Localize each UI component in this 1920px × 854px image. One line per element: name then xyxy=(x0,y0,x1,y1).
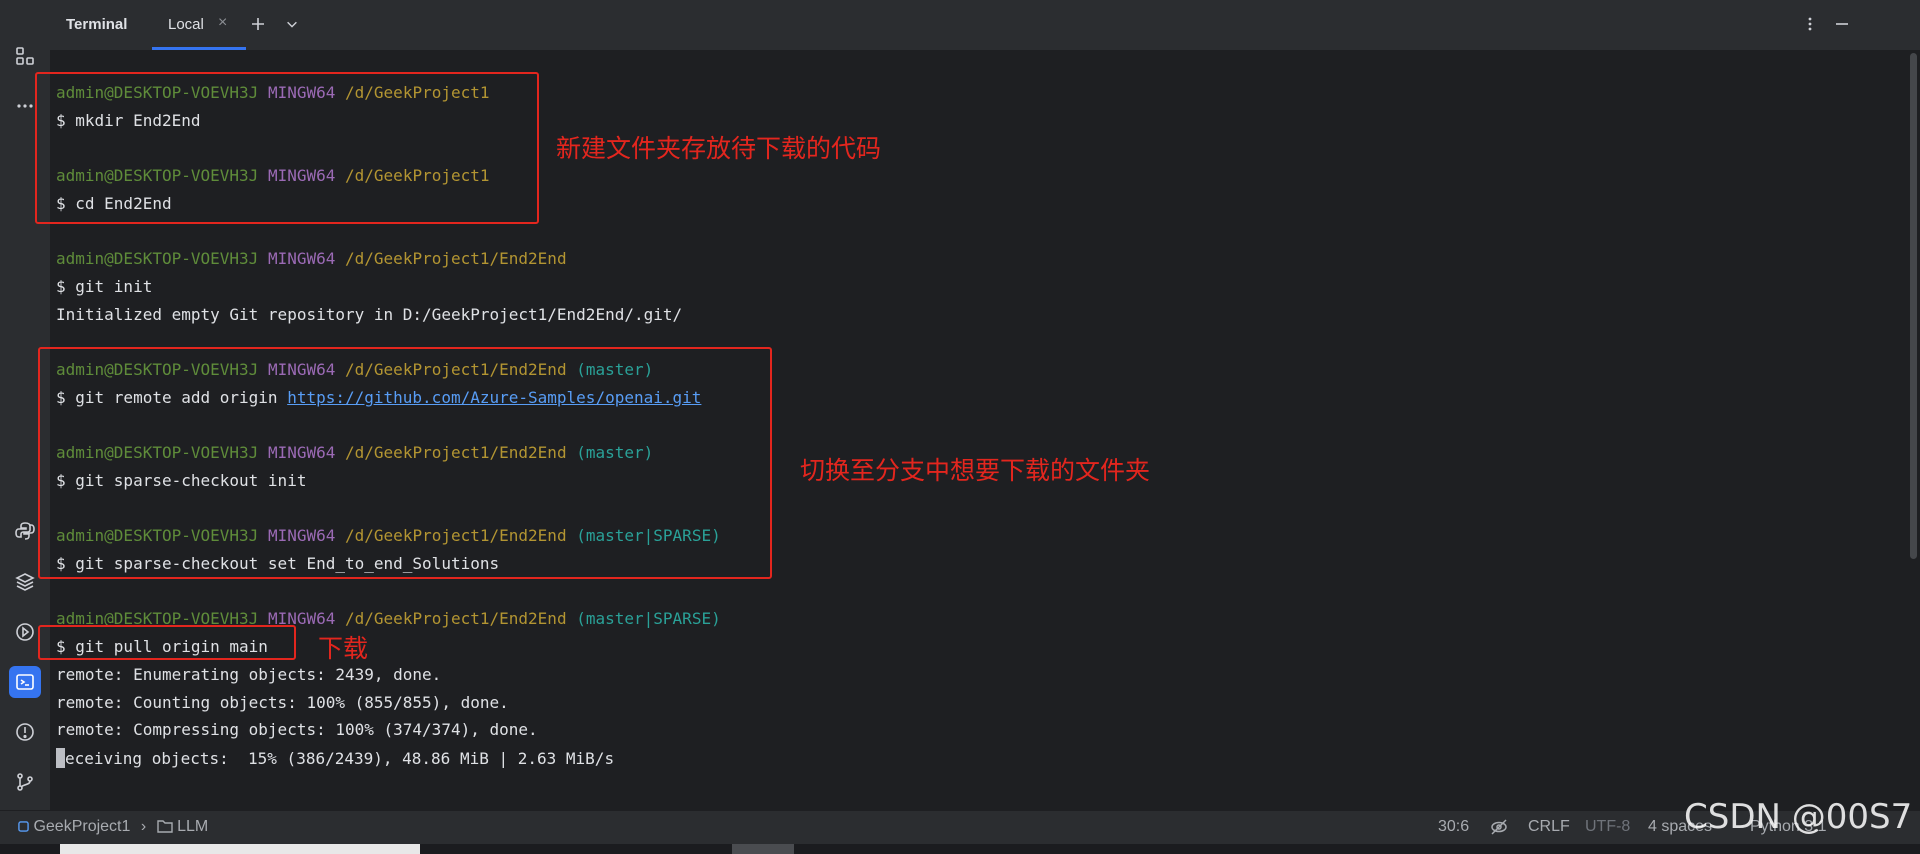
taskbar-item xyxy=(60,844,420,854)
tab-dropdown-button[interactable] xyxy=(280,12,304,36)
output-line: remote: Counting objects: 100% (855/855)… xyxy=(56,693,509,712)
structure-icon[interactable] xyxy=(9,40,41,72)
panel-title: Terminal xyxy=(66,16,128,33)
file-encoding[interactable]: UTF-8 xyxy=(1585,818,1630,836)
active-tab-indicator xyxy=(152,47,246,50)
hide-panel-button[interactable] xyxy=(1830,12,1854,36)
annotation-note-1: 新建文件夹存放待下载的代码 xyxy=(556,134,882,163)
prompt-line: admin@DESKTOP-VOEVH3J MINGW64 /d/GeekPro… xyxy=(56,249,567,268)
command-line: $ git init xyxy=(56,277,153,296)
plus-icon xyxy=(252,18,264,30)
minimize-icon xyxy=(1836,23,1848,25)
status-bar: GeekProject1 › LLM 30:6 CRLF UTF-8 4 spa… xyxy=(0,810,1920,845)
terminal-cursor xyxy=(56,748,65,768)
annotation-note-2: 切换至分支中想要下载的文件夹 xyxy=(800,456,1151,485)
module-icon xyxy=(18,821,29,832)
problems-icon[interactable] xyxy=(9,716,41,748)
breadcrumb-separator: › xyxy=(140,818,147,835)
output-line: remote: Compressing objects: 100% (374/3… xyxy=(56,720,538,739)
git-icon[interactable] xyxy=(9,766,41,798)
options-button[interactable] xyxy=(1798,12,1822,36)
taskbar-strip xyxy=(0,844,1920,854)
terminal-tool-window-header: Terminal Local × xyxy=(50,0,1920,51)
kebab-icon xyxy=(1808,17,1812,31)
annotation-note-3: 下载 xyxy=(318,634,369,663)
new-tab-button[interactable] xyxy=(246,12,270,36)
caret-position[interactable]: 30:6 xyxy=(1438,818,1469,836)
output-line: remote: Enumerating objects: 2439, done. xyxy=(56,665,442,684)
breadcrumb-project[interactable]: GeekProject1 xyxy=(33,818,130,835)
vertical-scrollbar[interactable] xyxy=(1907,51,1919,810)
tab-label: Local xyxy=(168,16,204,33)
annotation-box-pull xyxy=(38,625,296,660)
taskbar-item xyxy=(732,844,794,854)
breadcrumb-folder[interactable]: LLM xyxy=(177,818,208,835)
breadcrumb: GeekProject1 › LLM xyxy=(18,818,208,836)
chevron-down-icon xyxy=(287,21,297,28)
annotation-box-sparse-checkout xyxy=(38,347,772,579)
inspection-widget[interactable] xyxy=(1490,818,1508,841)
output-line: eceiving objects: 15% (386/2439), 48.86 … xyxy=(56,748,614,768)
line-ending[interactable]: CRLF xyxy=(1528,818,1570,836)
annotation-box-mkdir xyxy=(35,72,539,224)
services-icon[interactable] xyxy=(9,616,41,648)
output-line: Initialized empty Git repository in D:/G… xyxy=(56,305,683,324)
inspection-icon xyxy=(1491,819,1507,835)
scrollbar-thumb[interactable] xyxy=(1910,53,1917,559)
watermark: CSDN @00S7 xyxy=(1684,797,1913,837)
terminal-icon[interactable] xyxy=(9,666,41,698)
layers-icon[interactable] xyxy=(9,566,41,598)
folder-icon xyxy=(156,820,173,833)
tab-close-button[interactable]: × xyxy=(218,14,227,32)
tab-local[interactable]: Local × xyxy=(152,0,246,50)
python-console-icon[interactable] xyxy=(9,515,41,547)
